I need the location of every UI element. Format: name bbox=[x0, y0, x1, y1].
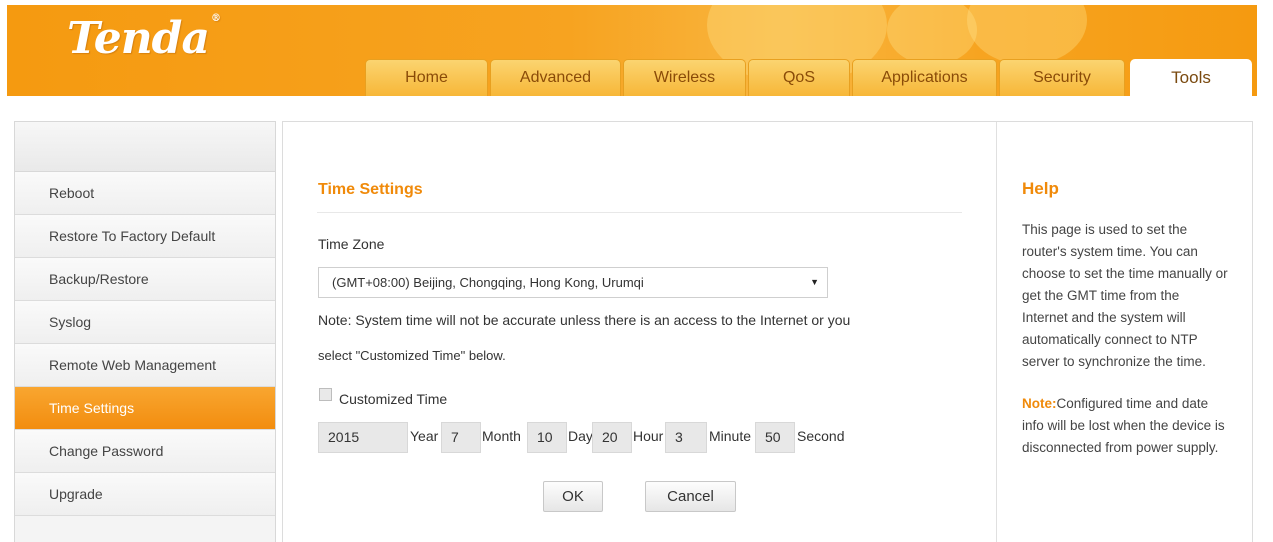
note-text-line2: select "Customized Time" below. bbox=[318, 348, 506, 363]
year-label: Year bbox=[410, 428, 439, 444]
sidebar-item-reboot[interactable]: Reboot bbox=[15, 172, 275, 215]
banner-decoration bbox=[967, 5, 1087, 65]
help-text: This page is used to set the router's sy… bbox=[1022, 222, 1228, 369]
tab-wireless[interactable]: Wireless bbox=[623, 59, 746, 96]
note-text-line1: Note: System time will not be accurate u… bbox=[318, 312, 851, 328]
day-input[interactable]: 10 bbox=[527, 422, 567, 453]
time-zone-label: Time Zone bbox=[318, 236, 385, 252]
year-input[interactable]: 2015 bbox=[318, 422, 408, 453]
sidebar-item-change-password[interactable]: Change Password bbox=[15, 430, 275, 473]
tab-advanced[interactable]: Advanced bbox=[490, 59, 621, 96]
second-input[interactable]: 50 bbox=[755, 422, 795, 453]
banner-decoration bbox=[887, 5, 977, 65]
day-label: Day bbox=[568, 428, 593, 444]
tab-home[interactable]: Home bbox=[365, 59, 488, 96]
tab-qos[interactable]: QoS bbox=[748, 59, 850, 96]
minute-input[interactable]: 3 bbox=[665, 422, 707, 453]
tab-security[interactable]: Security bbox=[999, 59, 1125, 96]
cancel-button[interactable]: Cancel bbox=[645, 481, 736, 512]
second-label: Second bbox=[797, 428, 845, 444]
sidebar-header bbox=[15, 122, 275, 172]
customized-time-label: Customized Time bbox=[339, 391, 448, 407]
tab-applications[interactable]: Applications bbox=[852, 59, 997, 96]
month-label: Month bbox=[482, 428, 521, 444]
hour-label: Hour bbox=[633, 428, 664, 444]
help-panel: Help This page is used to set the router… bbox=[996, 122, 1252, 542]
tenda-logo: Tenda ® bbox=[67, 13, 221, 64]
sidebar-item-upgrade[interactable]: Upgrade bbox=[15, 473, 275, 516]
help-title: Help bbox=[1022, 179, 1059, 198]
tab-tools[interactable]: Tools bbox=[1130, 59, 1252, 96]
help-note: Note:Configured time and date info will … bbox=[1022, 393, 1228, 459]
sidebar-item-backup-restore[interactable]: Backup/Restore bbox=[15, 258, 275, 301]
customized-time-checkbox[interactable] bbox=[319, 388, 332, 401]
title-divider bbox=[317, 212, 962, 213]
hour-input[interactable]: 20 bbox=[592, 422, 632, 453]
time-zone-select[interactable]: (GMT+08:00) Beijing, Chongqing, Hong Kon… bbox=[318, 267, 828, 298]
sidebar-item-time-settings[interactable]: Time Settings bbox=[15, 387, 275, 430]
dropdown-arrow-icon: ▼ bbox=[810, 277, 819, 287]
sidebar-item-remote-web-management[interactable]: Remote Web Management bbox=[15, 344, 275, 387]
help-note-label: Note: bbox=[1022, 396, 1057, 411]
month-input[interactable]: 7 bbox=[441, 422, 481, 453]
sidebar-item-syslog[interactable]: Syslog bbox=[15, 301, 275, 344]
page-title: Time Settings bbox=[318, 181, 423, 198]
sidebar-item-restore-factory-default[interactable]: Restore To Factory Default bbox=[15, 215, 275, 258]
minute-label: Minute bbox=[709, 428, 752, 444]
ok-button[interactable]: OK bbox=[543, 481, 603, 512]
time-zone-selected-value: (GMT+08:00) Beijing, Chongqing, Hong Kon… bbox=[332, 275, 644, 290]
sidebar: Reboot Restore To Factory Default Backup… bbox=[14, 121, 276, 542]
